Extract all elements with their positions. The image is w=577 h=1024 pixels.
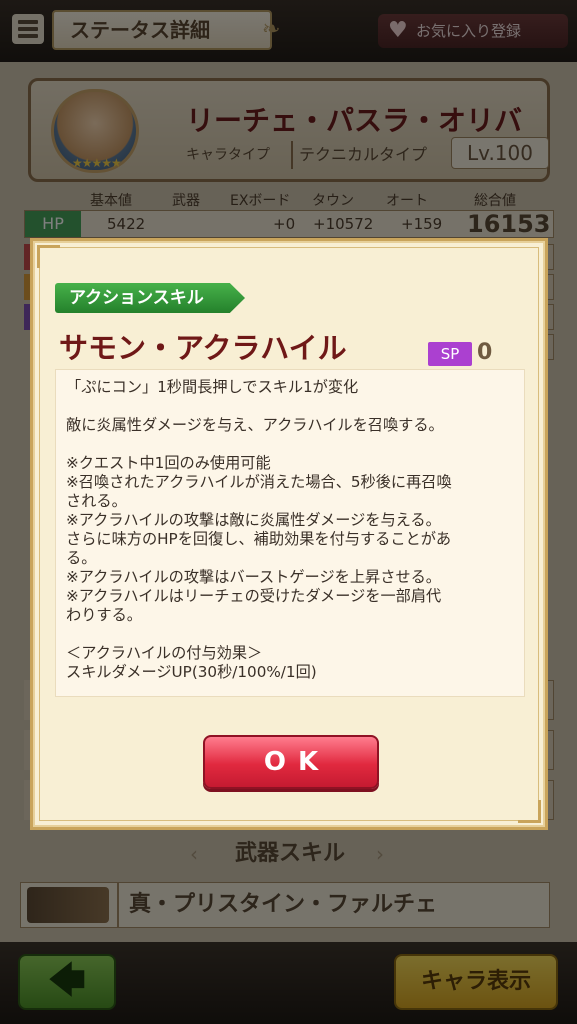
description-line: 敵に炎属性ダメージを与え、アクラハイルを召喚する。 xyxy=(66,416,444,434)
status-detail-screen: ステータス詳細 ❧ ♥ お気に入り登録 リーチェ・パスラ・オリバ キャラタイプ … xyxy=(0,0,577,1024)
description-line: さらに味方のHPを回復し、補助効果を付与することがあ xyxy=(66,530,452,548)
description-line: される。 xyxy=(66,492,127,510)
description-line: 「ぷにコン」1秒間長押しでスキル1が変化 xyxy=(66,378,359,396)
description-line: る。 xyxy=(66,549,97,567)
skill-name: サモン・アクラハイル xyxy=(59,331,347,365)
skill-detail-dialog: アクションスキル サモン・アクラハイル SP 0 「ぷにコン」1秒間長押しでスキ… xyxy=(30,238,548,830)
sp-badge: SP xyxy=(428,342,472,366)
description-line: ※アクラハイルの攻撃はバーストゲージを上昇させる。 xyxy=(66,568,441,586)
description-line: ※アクラハイルの攻撃は敵に炎属性ダメージを与える。 xyxy=(66,511,441,529)
description-line: ＜アクラハイルの付与効果＞ xyxy=(66,644,263,662)
description-line: ※召喚されたアクラハイルが消えた場合、5秒後に再召喚 xyxy=(66,473,452,491)
description-line: ※クエスト中1回のみ使用可能 xyxy=(66,454,271,472)
description-line xyxy=(66,625,514,644)
skill-description: 「ぷにコン」1秒間長押しでスキル1が変化 敵に炎属性ダメージを与え、アクラハイル… xyxy=(55,369,525,697)
skill-type-tag: アクションスキル xyxy=(55,283,245,313)
ok-button[interactable]: OK xyxy=(203,735,379,789)
description-line: ※アクラハイルはリーチェの受けたダメージを一部肩代 xyxy=(66,587,442,605)
description-line xyxy=(66,435,514,454)
description-line: スキルダメージUP(30秒/100%/1回) xyxy=(66,663,317,681)
sp-value: 0 xyxy=(477,340,493,365)
description-line xyxy=(66,397,514,416)
description-line: わりする。 xyxy=(66,606,142,624)
